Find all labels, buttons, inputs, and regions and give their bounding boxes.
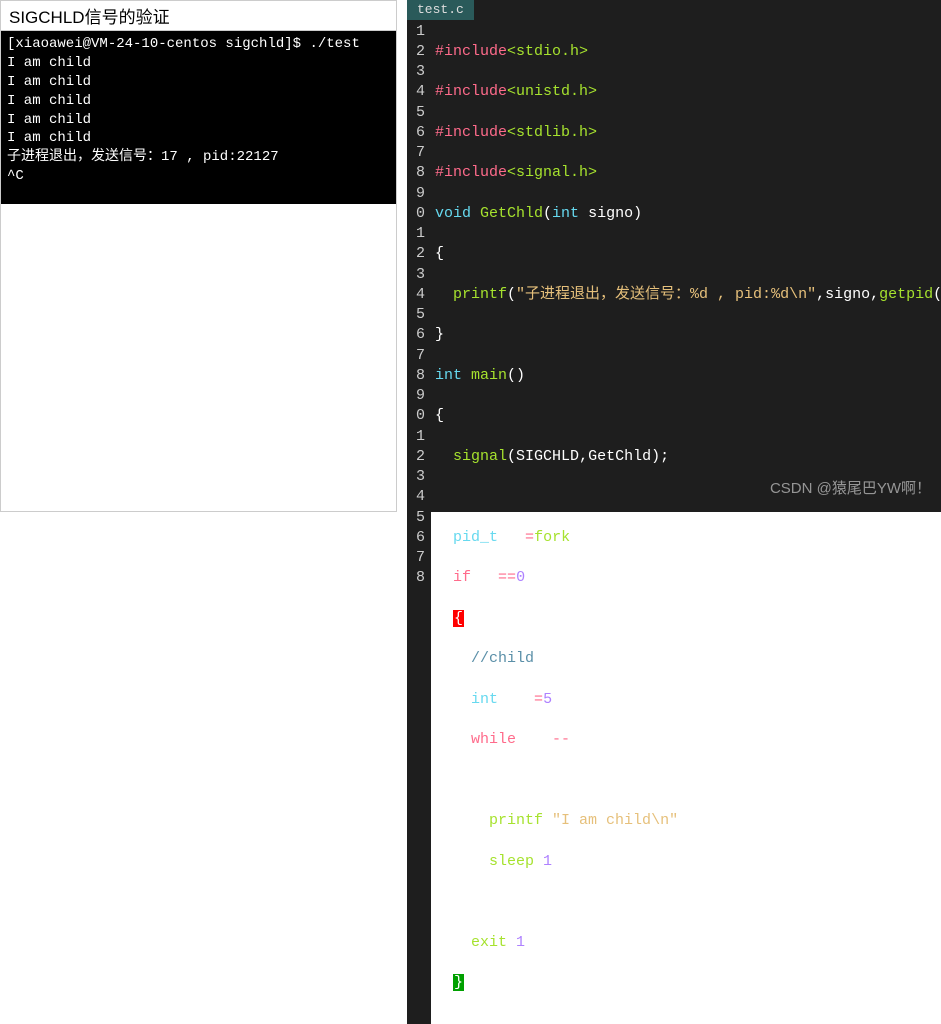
line-number: 9 <box>411 184 425 204</box>
code-line: { <box>435 406 941 426</box>
command: ./test <box>309 36 359 52</box>
terminal-ctrlc: ^C <box>7 167 390 186</box>
line-number: 4 <box>411 285 425 305</box>
terminal-output: I am child <box>7 92 390 111</box>
code-line: if(id==0) <box>435 568 941 588</box>
line-number: 6 <box>411 325 425 345</box>
line-number: 8 <box>411 568 425 588</box>
brace-highlight-close: } <box>453 974 464 991</box>
line-number: 3 <box>411 265 425 285</box>
code-line: #include<unistd.h> <box>435 82 941 102</box>
code-line: int cnt=5; <box>435 690 941 710</box>
code-line: #include<signal.h> <box>435 163 941 183</box>
code-line <box>435 1014 941 1024</box>
line-number: 2 <box>411 42 425 62</box>
line-number: 7 <box>411 346 425 366</box>
code-line: printf("I am child\n"); <box>435 811 941 831</box>
terminal-exit-line: 子进程退出，发送信号：17 , pid:22127 <box>7 148 390 167</box>
code-line: signal(SIGCHLD,GetChld); <box>435 447 941 467</box>
code-line: pid_t id=fork(); <box>435 528 941 548</box>
line-number: 5 <box>411 103 425 123</box>
code-line: } <box>435 325 941 345</box>
code-area[interactable]: #include<stdio.h> #include<unistd.h> #in… <box>431 20 941 1024</box>
code-line: void GetChld(int signo) <box>435 204 941 224</box>
editor-tab[interactable]: test.c <box>407 0 474 20</box>
line-number: 6 <box>411 528 425 548</box>
line-number: 1 <box>411 22 425 42</box>
code-line: int main() <box>435 366 941 386</box>
code-line: //child <box>435 649 941 669</box>
editor-tab-row: test.c <box>407 0 941 20</box>
line-number: 7 <box>411 548 425 568</box>
line-number: 3 <box>411 62 425 82</box>
code-line <box>435 487 941 507</box>
line-number: 4 <box>411 487 425 507</box>
line-number: 0 <box>411 204 425 224</box>
code-line: exit(1); <box>435 933 941 953</box>
line-number: 8 <box>411 366 425 386</box>
code-editor[interactable]: test.c 1 2 3 4 5 6 7 8 9 0 1 2 3 4 5 6 7 <box>407 0 941 512</box>
line-gutter: 1 2 3 4 5 6 7 8 9 0 1 2 3 4 5 6 7 8 9 0 <box>407 20 431 1024</box>
code-line: } <box>435 973 941 993</box>
terminal-output: I am child <box>7 129 390 148</box>
code-line: { <box>435 244 941 264</box>
left-panel: SIGCHLD信号的验证 [xiaoawei@VM-24-10-centos s… <box>0 0 397 512</box>
code-line: { <box>435 771 941 791</box>
terminal-output: I am child <box>7 73 390 92</box>
code-line: } <box>435 892 941 912</box>
terminal-prompt-line: [xiaoawei@VM-24-10-centos sigchld]$ ./te… <box>7 35 390 54</box>
terminal-output: I am child <box>7 111 390 130</box>
code-line: printf("子进程退出，发送信号：%d , pid:%d\n",signo,… <box>435 285 941 305</box>
line-number: 7 <box>411 143 425 163</box>
line-number: 2 <box>411 244 425 264</box>
line-number: 0 <box>411 406 425 426</box>
prompt: [xiaoawei@VM-24-10-centos sigchld]$ <box>7 36 309 52</box>
line-number: 8 <box>411 163 425 183</box>
code-line: #include<stdio.h> <box>435 42 941 62</box>
code-line: sleep(1); <box>435 852 941 872</box>
line-number: 2 <box>411 447 425 467</box>
code-line: while(cnt--) <box>435 730 941 750</box>
line-number: 3 <box>411 467 425 487</box>
terminal-output: I am child <box>7 54 390 73</box>
line-number: 5 <box>411 508 425 528</box>
line-number: 4 <box>411 82 425 102</box>
brace-highlight-open: { <box>453 610 464 627</box>
line-number: 5 <box>411 305 425 325</box>
code-line: #include<stdlib.h> <box>435 123 941 143</box>
page-title: SIGCHLD信号的验证 <box>1 1 396 31</box>
line-number: 1 <box>411 427 425 447</box>
terminal[interactable]: [xiaoawei@VM-24-10-centos sigchld]$ ./te… <box>1 31 396 204</box>
line-number: 9 <box>411 386 425 406</box>
line-number: 1 <box>411 224 425 244</box>
line-number: 6 <box>411 123 425 143</box>
code-line: { <box>435 609 941 629</box>
